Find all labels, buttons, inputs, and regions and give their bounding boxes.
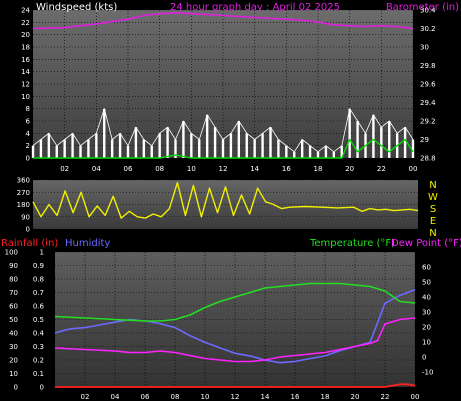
wind-ytick-label: 24 (21, 7, 30, 15)
climate-xtick-label: 00 (411, 393, 420, 401)
wind-ytick-label: 8 (26, 105, 30, 113)
wind-ytick-label: 12 (21, 81, 30, 89)
barometer-ytick-label: 28.8 (420, 155, 436, 163)
rainfall-ytick-label: 0.5 (33, 316, 44, 324)
direction-ytick-label: 90 (21, 213, 30, 221)
rainfall-ytick-label: 0.6 (33, 303, 45, 311)
barometer-ytick-label: 29.6 (420, 81, 436, 89)
barometer-ytick-label: 30.2 (420, 25, 436, 33)
temperature-ytick-label: 50 (422, 279, 431, 287)
wind-ytick-label: 16 (21, 56, 30, 64)
wind-xtick-label: 20 (345, 165, 354, 173)
humidity-ytick-label: 90 (9, 262, 18, 270)
compass-letter-label: W (428, 192, 438, 203)
climate-xtick-label: 16 (291, 393, 300, 401)
rainfall-ytick-label: 0.2 (33, 357, 44, 365)
wind-ytick-label: 22 (21, 19, 30, 27)
rainfall-ytick-label: 0.9 (33, 262, 44, 270)
humidity-ytick-label: 0 (14, 384, 18, 392)
wind-ytick-label: 2 (26, 142, 30, 150)
climate-xtick-label: 20 (351, 393, 360, 401)
wind-xtick-label: 12 (219, 165, 228, 173)
rainfall-ytick-label: 1 (40, 249, 44, 257)
dewpoint-axis-label: Dew Point (°F) (391, 238, 461, 249)
climate-xtick-label: 18 (321, 393, 330, 401)
wind-xtick-label: 00 (409, 165, 418, 173)
climate-xtick-label: 04 (111, 393, 120, 401)
rainfall-ytick-label: 0.4 (33, 330, 45, 338)
barometer-ytick-label: 30.4 (420, 7, 436, 15)
wind-ytick-label: 20 (21, 31, 30, 39)
humidity-axis-label: Humidity (65, 238, 110, 249)
barometer-ytick-label: 29 (420, 136, 429, 144)
barometer-ytick-label: 29.4 (420, 99, 436, 107)
compass-letter-label: S (430, 204, 436, 215)
humidity-ytick-label: 20 (9, 357, 18, 365)
barometer-ytick-label: 29.8 (420, 62, 436, 70)
humidity-ytick-label: 100 (5, 249, 18, 257)
graph-title: 24 hour graph day : April 02 2025 (170, 2, 340, 13)
wind-xtick-label: 10 (187, 165, 196, 173)
wind-xtick-label: 08 (155, 165, 164, 173)
climate-xtick-label: 14 (261, 393, 270, 401)
temperature-ytick-label: 20 (422, 324, 431, 332)
compass-letter-label: E (430, 216, 436, 227)
rainfall-ytick-label: 0.3 (33, 343, 44, 351)
climate-xtick-label: 12 (231, 393, 240, 401)
humidity-ytick-label: 70 (9, 289, 18, 297)
wind-xtick-label: 06 (124, 165, 133, 173)
wind-ytick-label: 0 (26, 155, 30, 163)
wind-xtick-label: 16 (282, 165, 291, 173)
wind-ytick-label: 4 (26, 130, 31, 138)
wind-ytick-label: 14 (21, 68, 30, 76)
temperature-ytick-label: 30 (422, 309, 431, 317)
humidity-ytick-label: 40 (9, 330, 18, 338)
wind-xtick-label: 04 (92, 165, 101, 173)
climate-xtick-label: 10 (201, 393, 210, 401)
rainfall-axis-label: Rainfall (in) (1, 238, 58, 249)
temperature-axis-label: Temperature (°F) (309, 238, 395, 249)
humidity-ytick-label: 30 (9, 343, 18, 351)
barometer-ytick-label: 30 (420, 44, 429, 52)
rainfall-ytick-label: 0.1 (33, 370, 44, 378)
direction-ytick-label: 0 (26, 226, 30, 234)
climate-xtick-label: 02 (81, 393, 90, 401)
temperature-ytick-label: 10 (422, 339, 431, 347)
humidity-ytick-label: 50 (9, 316, 18, 324)
weather-graph: Windspeed (kts) 24 hour graph day : Apri… (0, 0, 461, 401)
rainfall-ytick-label: 0.7 (33, 289, 44, 297)
compass-letter-label: N (429, 180, 436, 191)
wind-ytick-label: 6 (26, 118, 31, 126)
wind-xtick-label: 22 (377, 165, 386, 173)
rainfall-ytick-label: 0 (40, 384, 44, 392)
temperature-ytick-label: 40 (422, 294, 431, 302)
wind-xtick-label: 14 (250, 165, 259, 173)
weather-chart-svg: Windspeed (kts) 24 hour graph day : Apri… (1, 2, 461, 401)
wind-ytick-label: 10 (21, 93, 30, 101)
humidity-ytick-label: 80 (9, 276, 18, 284)
temperature-ytick-label: -10 (422, 369, 433, 377)
windspeed-axis-label: Windspeed (kts) (36, 2, 117, 13)
wind-ytick-label: 18 (21, 44, 30, 52)
climate-xtick-label: 06 (141, 393, 150, 401)
climate-xtick-label: 08 (171, 393, 180, 401)
barometer-ytick-label: 29.2 (420, 118, 436, 126)
wind-xtick-label: 18 (314, 165, 323, 173)
humidity-ytick-label: 10 (9, 370, 18, 378)
humidity-ytick-label: 60 (9, 303, 18, 311)
climate-xtick-label: 22 (381, 393, 390, 401)
temperature-ytick-label: 60 (422, 264, 431, 272)
temperature-ytick-label: 0 (422, 354, 426, 362)
wind-xtick-label: 02 (60, 165, 69, 173)
rainfall-ytick-label: 0.8 (33, 276, 44, 284)
direction-ytick-label: 180 (17, 201, 30, 209)
direction-ytick-label: 360 (17, 177, 30, 185)
direction-ytick-label: 270 (17, 189, 30, 197)
